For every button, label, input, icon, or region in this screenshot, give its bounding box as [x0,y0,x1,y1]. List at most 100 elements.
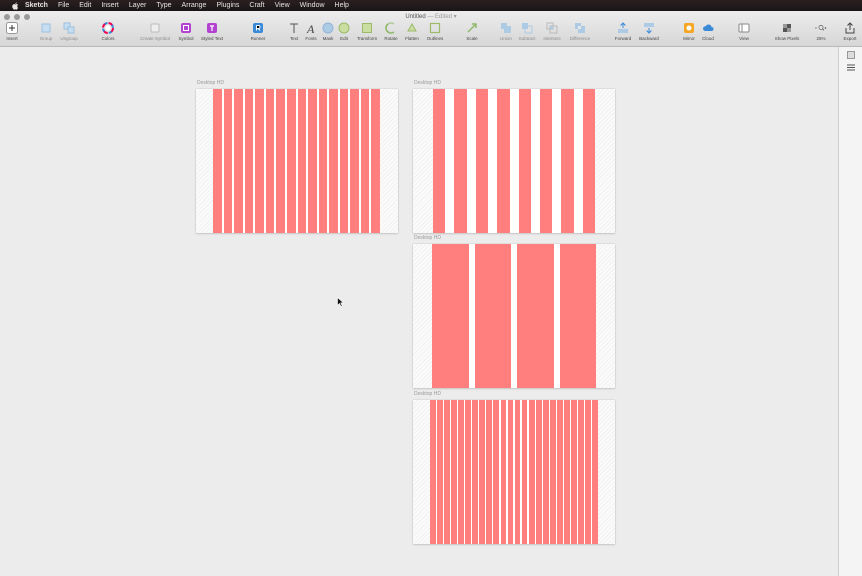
grid-column [433,89,446,233]
grid-column [437,400,443,544]
grid-column [318,89,328,233]
grid-column [528,400,535,544]
grid-column [360,89,370,233]
grid-column [472,400,479,544]
artboard-4-col[interactable] [413,244,615,388]
grid-column [578,400,584,544]
menu-edit[interactable]: Edit [79,0,91,11]
styled-text-icon [206,22,218,34]
menu-bar: Sketch File Edit Insert Layer Type Arran… [0,0,862,11]
backward-button[interactable]: Backward [634,22,664,41]
view-icon [738,22,750,34]
artboard-margin-left [413,400,430,544]
artboard-label[interactable]: Desktop HD [414,391,441,397]
grid-column [592,400,598,544]
edit-shape-icon [338,22,350,34]
difference-button[interactable]: Difference [565,22,595,41]
styled-text-button[interactable]: Styled Text [197,22,227,41]
grid-column [582,89,595,233]
artboard-margin-left [413,244,432,388]
artboard-16-col[interactable] [196,89,398,233]
grid-column [458,400,465,544]
artboard-8-col[interactable] [413,89,615,233]
menu-type[interactable]: Type [156,0,171,11]
artboard-margin-left [413,89,433,233]
artboard-label[interactable]: Desktop HD [414,235,441,241]
grid-column [521,400,528,544]
artboard-margin-right [595,89,615,233]
menu-plugins[interactable]: Plugins [216,0,239,11]
menu-arrange[interactable]: Arrange [182,0,207,11]
ungroup-button[interactable]: Ungroup [54,22,84,41]
rotate-icon [385,22,397,34]
grid-column [308,89,317,233]
grid-column [265,89,275,233]
menu-craft[interactable]: Craft [249,0,264,11]
export-icon [844,22,856,34]
create-symbol-icon [149,22,161,34]
union-icon [500,22,512,34]
grid-column [479,400,486,544]
runner-icon [252,22,264,34]
symbol-icon [180,22,192,34]
grid-column [559,244,596,388]
menu-layer[interactable]: Layer [129,0,147,11]
scale-icon [466,22,478,34]
grid-column [507,400,514,544]
grid-column [517,244,554,388]
menu-insert[interactable]: Insert [101,0,119,11]
zoom-control[interactable]: 25% [806,22,836,41]
grid-column [518,89,531,233]
grid-column [539,89,553,233]
subtract-icon [521,22,533,34]
grid-column [444,400,450,544]
grid-column [535,400,542,544]
show-pixels-button[interactable]: Show Pixels [772,22,802,41]
export-button[interactable]: Export [835,22,862,41]
grid-column [276,89,285,233]
insert-button[interactable]: Insert [0,22,27,41]
panel-icon [847,51,855,59]
grid-column [255,89,264,233]
runner-button[interactable]: Runner [243,22,273,41]
layers-toggle-button[interactable] [845,63,857,73]
group-icon [40,22,52,34]
grid-column [493,400,500,544]
outlines-icon [429,22,441,34]
grid-column [500,400,507,544]
menu-app-sketch[interactable]: Sketch [25,0,48,11]
grid-column [454,89,467,233]
plus-icon [6,22,18,34]
menu-file[interactable]: File [58,0,69,11]
intersect-icon [546,22,558,34]
outlines-button[interactable]: Outlines [420,22,450,41]
flatten-icon [406,22,418,34]
create-symbol-button[interactable]: Create Symbol [140,22,170,41]
menu-help[interactable]: Help [335,0,349,11]
grid-column [475,89,489,233]
grid-column [213,89,222,233]
artboard-label[interactable]: Desktop HD [197,80,224,86]
cloud-icon [702,22,714,34]
inspector-toggle-button[interactable] [845,50,857,60]
artboard-24-col[interactable] [413,400,615,544]
view-button[interactable]: View [729,22,759,41]
document-status[interactable]: — Edited ▾ [427,14,456,20]
colors-button[interactable]: Colors [93,22,123,41]
artboard-margin-left [196,89,213,233]
grid-column [486,400,493,544]
grid-column [339,89,349,233]
menu-view[interactable]: View [275,0,290,11]
grid-column [563,400,570,544]
menu-window[interactable]: Window [300,0,325,11]
grid-column [350,89,359,233]
intersect-button[interactable]: Intersect [537,22,567,41]
grid-column [556,400,563,544]
send-backward-icon [643,22,655,34]
artboard-label[interactable]: Desktop HD [414,80,441,86]
scale-button[interactable]: Scale [457,22,487,41]
grid-column [297,89,307,233]
ungroup-icon [63,22,75,34]
cloud-button[interactable]: Cloud [693,22,723,41]
apple-menu-icon[interactable] [11,1,19,10]
